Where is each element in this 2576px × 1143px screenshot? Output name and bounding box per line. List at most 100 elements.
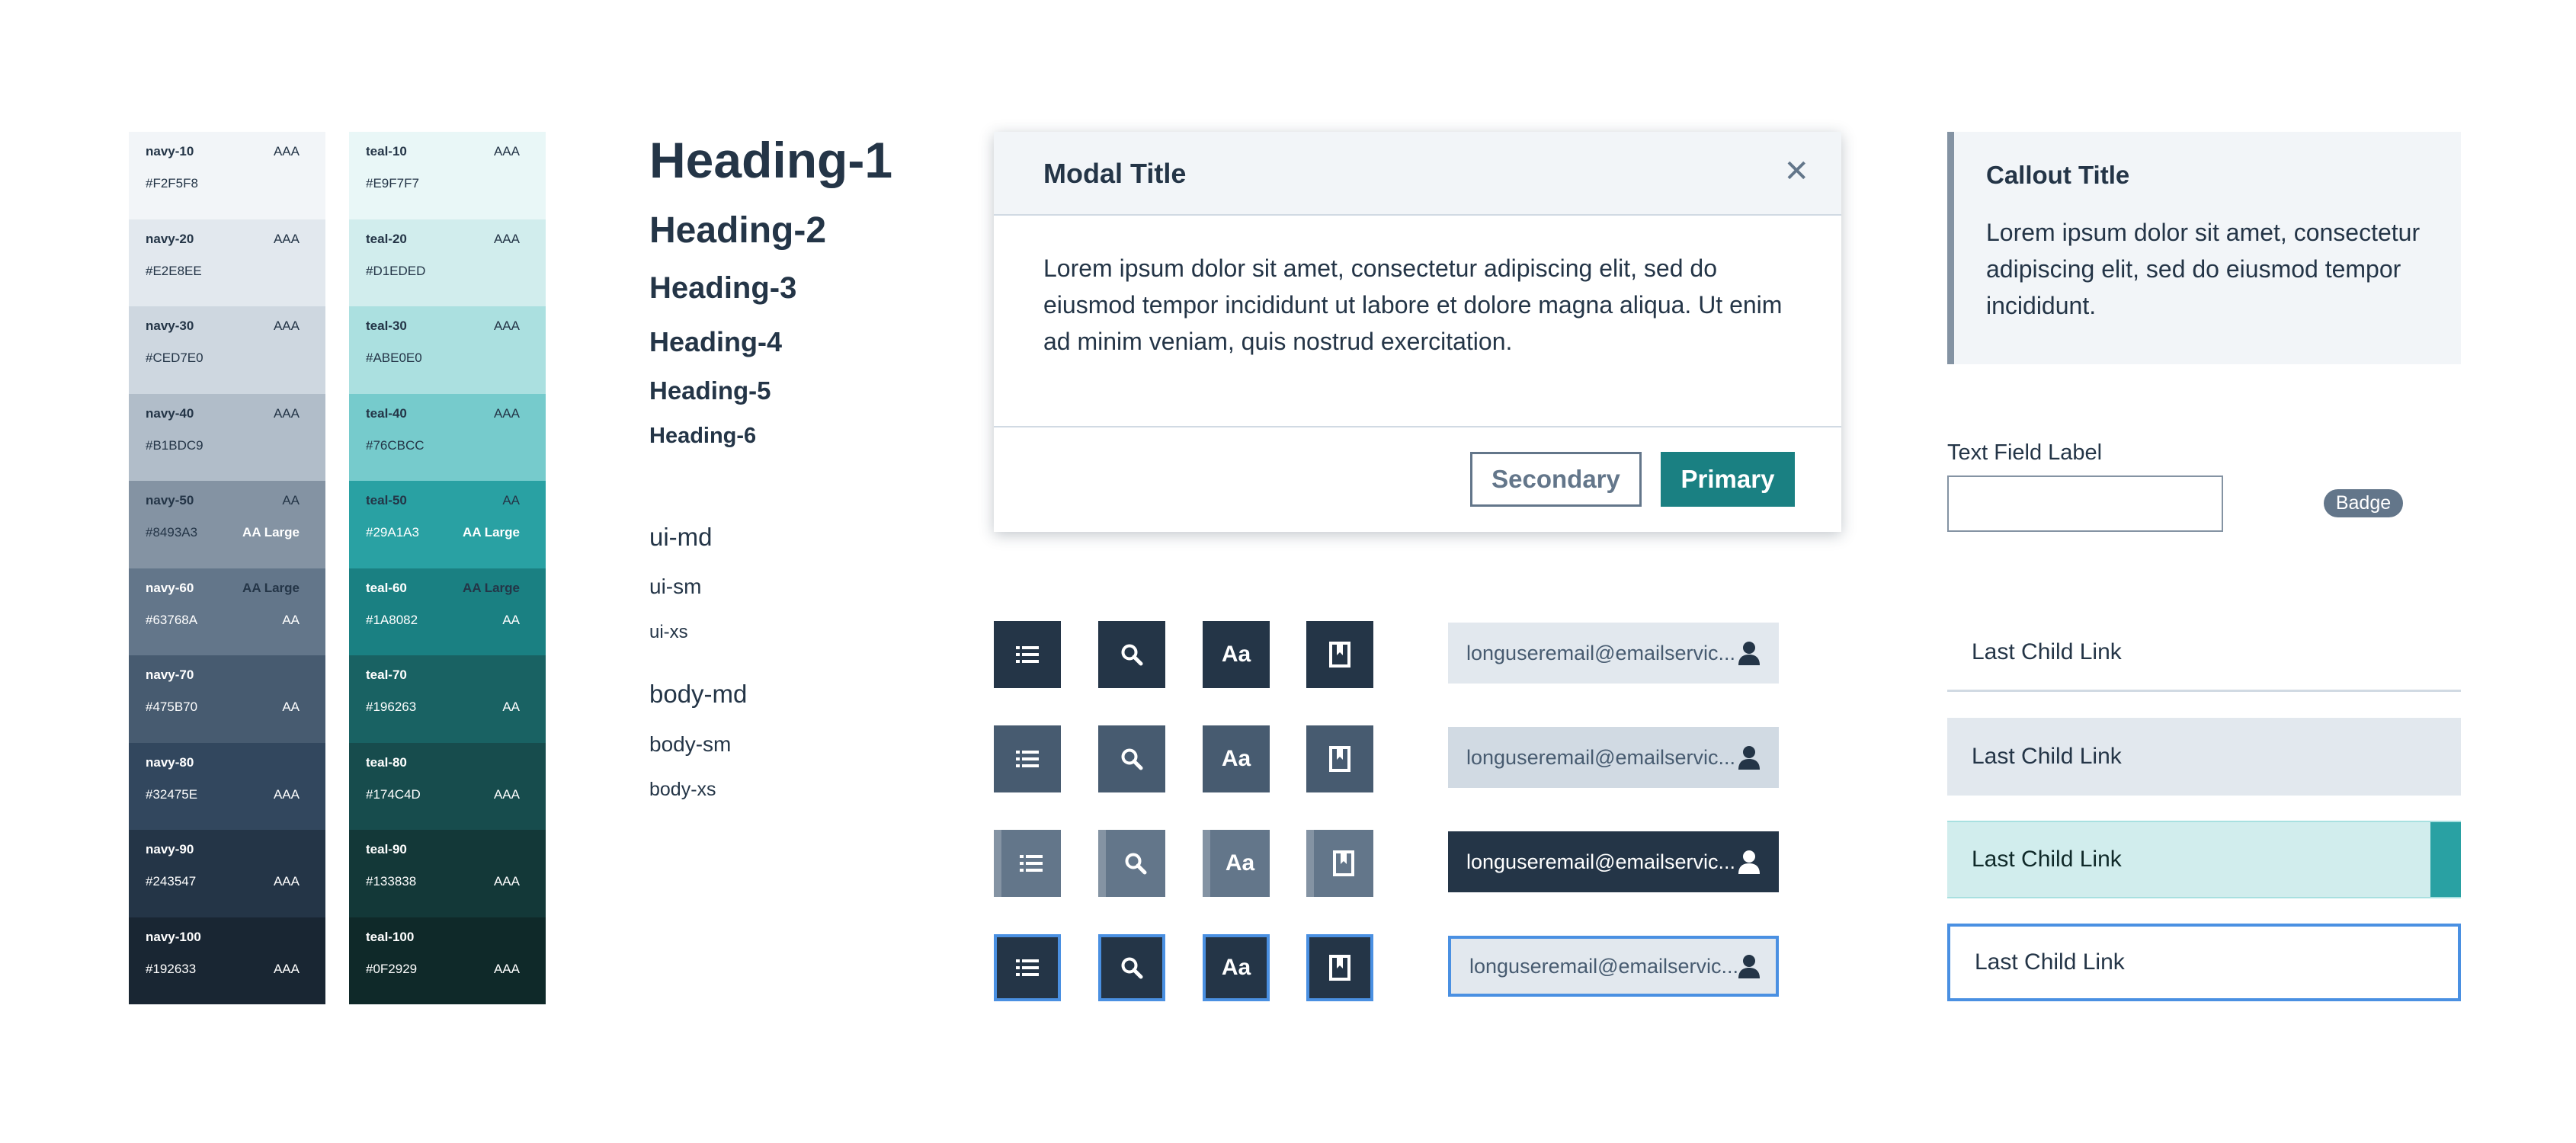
search-button-default[interactable]: [1098, 621, 1165, 688]
search-icon: [1124, 852, 1147, 875]
link-item-hover[interactable]: Last Child Link: [1947, 718, 2461, 796]
swatch-hex: #D1EDED: [366, 263, 426, 278]
badge: Badge: [2324, 489, 2403, 517]
swatch-hex: #76CBCC: [366, 437, 425, 453]
contrast-rating: AA Large: [242, 525, 300, 539]
color-swatch: teal-10 #E9F7F7 AAA: [349, 132, 546, 219]
user-menu-hover[interactable]: longuseremail@emailservic...: [1448, 727, 1779, 788]
color-swatch: teal-70 #196263 AA: [349, 655, 546, 743]
swatch-name: navy-10: [146, 144, 194, 158]
text-field-input[interactable]: [1947, 475, 2223, 532]
modal-title: Modal Title: [1043, 158, 1187, 189]
search-icon: [1120, 956, 1143, 979]
user-icon: [1738, 954, 1761, 984]
close-icon[interactable]: ✕: [1783, 156, 1809, 187]
color-swatch: teal-50 #29A1A3 AA AA Large: [349, 481, 546, 568]
modal-footer-divider: [994, 426, 1841, 427]
user-icon: [1738, 850, 1761, 879]
contrast-rating: AA Large: [463, 580, 520, 595]
color-swatch: navy-50 #8493A3 AA AA Large: [129, 481, 325, 568]
swatch-hex: #192633: [146, 961, 197, 976]
font-button-hover[interactable]: Aa: [1203, 725, 1270, 792]
text-field-label: Text Field Label: [1947, 440, 2103, 465]
primary-button[interactable]: Primary: [1661, 452, 1795, 507]
contrast-rating: AA: [282, 612, 300, 627]
secondary-button[interactable]: Secondary: [1470, 452, 1642, 507]
contrast-rating: AAA: [493, 405, 520, 421]
list-button-disabled[interactable]: [994, 830, 1061, 897]
font-button-default[interactable]: Aa: [1203, 621, 1270, 688]
link-label: Last Child Link: [1972, 744, 2122, 769]
list-icon: [1016, 645, 1039, 664]
search-button-focus[interactable]: [1098, 934, 1165, 1001]
link-item-focus[interactable]: Last Child Link: [1947, 924, 2461, 1001]
callout-body: Lorem ipsum dolor sit amet, consectetur …: [1986, 219, 2421, 319]
search-icon: [1120, 748, 1143, 770]
contrast-rating: AA: [502, 493, 520, 507]
swatch-hex: #E2E8EE: [146, 263, 202, 278]
modal-header: Modal Title ✕: [994, 132, 1841, 216]
user-email: longuseremail@emailservic...: [1466, 850, 1736, 873]
search-button-disabled[interactable]: [1098, 830, 1165, 897]
bookmark-button-hover[interactable]: [1306, 725, 1373, 792]
color-swatch: navy-60 #63768A AA Large AA: [129, 568, 325, 655]
color-swatch: navy-100 #192633 AAA: [129, 917, 325, 1004]
color-swatch: navy-80 #32475E AAA: [129, 742, 325, 830]
callout: Callout Title Lorem ipsum dolor sit amet…: [1947, 132, 2461, 364]
body-xs-sample: body-xs: [649, 779, 716, 800]
list-button-focus[interactable]: [994, 934, 1061, 1001]
search-button-hover[interactable]: [1098, 725, 1165, 792]
color-swatch: teal-60 #1A8082 AA Large AA: [349, 568, 546, 655]
swatch-hex: #F2F5F8: [146, 176, 198, 190]
user-email: longuseremail@emailservic...: [1466, 745, 1736, 769]
font-icon: Aa: [1221, 746, 1251, 771]
swatch-name: navy-100: [146, 929, 201, 944]
link-item-default[interactable]: Last Child Link: [1947, 614, 2461, 692]
font-button-disabled[interactable]: Aa: [1203, 830, 1270, 897]
swatch-name: teal-10: [366, 144, 407, 158]
navy-swatch-column: navy-10 #F2F5F8 AAA navy-20 #E2E8EE AAA navy-3…: [129, 132, 325, 1004]
bookmark-button-disabled[interactable]: [1306, 830, 1373, 897]
swatch-name: navy-30: [146, 319, 194, 333]
swatch-hex: #8493A3: [146, 525, 198, 539]
swatch-name: navy-70: [146, 668, 194, 682]
color-swatch: navy-30 #CED7E0 AAA: [129, 306, 325, 394]
swatch-hex: #CED7E0: [146, 351, 203, 365]
swatch-name: teal-40: [366, 405, 407, 421]
heading-2-sample: Heading-2: [649, 210, 827, 251]
contrast-rating: AAA: [273, 961, 300, 976]
swatch-hex: #475B70: [146, 700, 198, 714]
swatch-name: teal-100: [366, 929, 415, 944]
ui-xs-sample: ui-xs: [649, 622, 688, 642]
contrast-rating: AAA: [273, 231, 300, 246]
contrast-rating: AAA: [273, 319, 300, 333]
link-label: Last Child Link: [1972, 847, 2122, 872]
modal-body-text: Lorem ipsum dolor sit amet, consectetur …: [1043, 255, 1783, 355]
list-button-default[interactable]: [994, 621, 1061, 688]
swatch-hex: #174C4D: [366, 786, 421, 802]
bookmark-icon: [1329, 642, 1350, 668]
color-swatch: navy-40 #B1BDC9 AAA: [129, 393, 325, 481]
user-menu-active[interactable]: longuseremail@emailservic...: [1448, 831, 1779, 892]
link-item-active[interactable]: Last Child Link: [1947, 821, 2461, 898]
bookmark-button-focus[interactable]: [1306, 934, 1373, 1001]
swatch-hex: #243547: [146, 874, 197, 888]
body-sm-sample: body-sm: [649, 732, 732, 756]
swatch-name: teal-20: [366, 231, 407, 246]
list-button-hover[interactable]: [994, 725, 1061, 792]
swatch-name: teal-70: [366, 668, 407, 682]
user-icon: [1738, 745, 1761, 775]
link-label: Last Child Link: [1972, 639, 2122, 664]
swatch-name: teal-30: [366, 319, 407, 333]
search-icon: [1120, 643, 1143, 666]
user-menu-default[interactable]: longuseremail@emailservic...: [1448, 623, 1779, 684]
swatch-hex: #63768A: [146, 612, 198, 627]
contrast-rating: AAA: [273, 405, 300, 421]
bookmark-button-default[interactable]: [1306, 621, 1373, 688]
font-icon: Aa: [1221, 955, 1251, 980]
font-button-focus[interactable]: Aa: [1203, 934, 1270, 1001]
contrast-rating: AAA: [493, 144, 520, 158]
contrast-rating: AA Large: [463, 525, 520, 539]
user-menu-focus[interactable]: longuseremail@emailservic...: [1448, 936, 1779, 997]
swatch-name: teal-90: [366, 842, 407, 856]
